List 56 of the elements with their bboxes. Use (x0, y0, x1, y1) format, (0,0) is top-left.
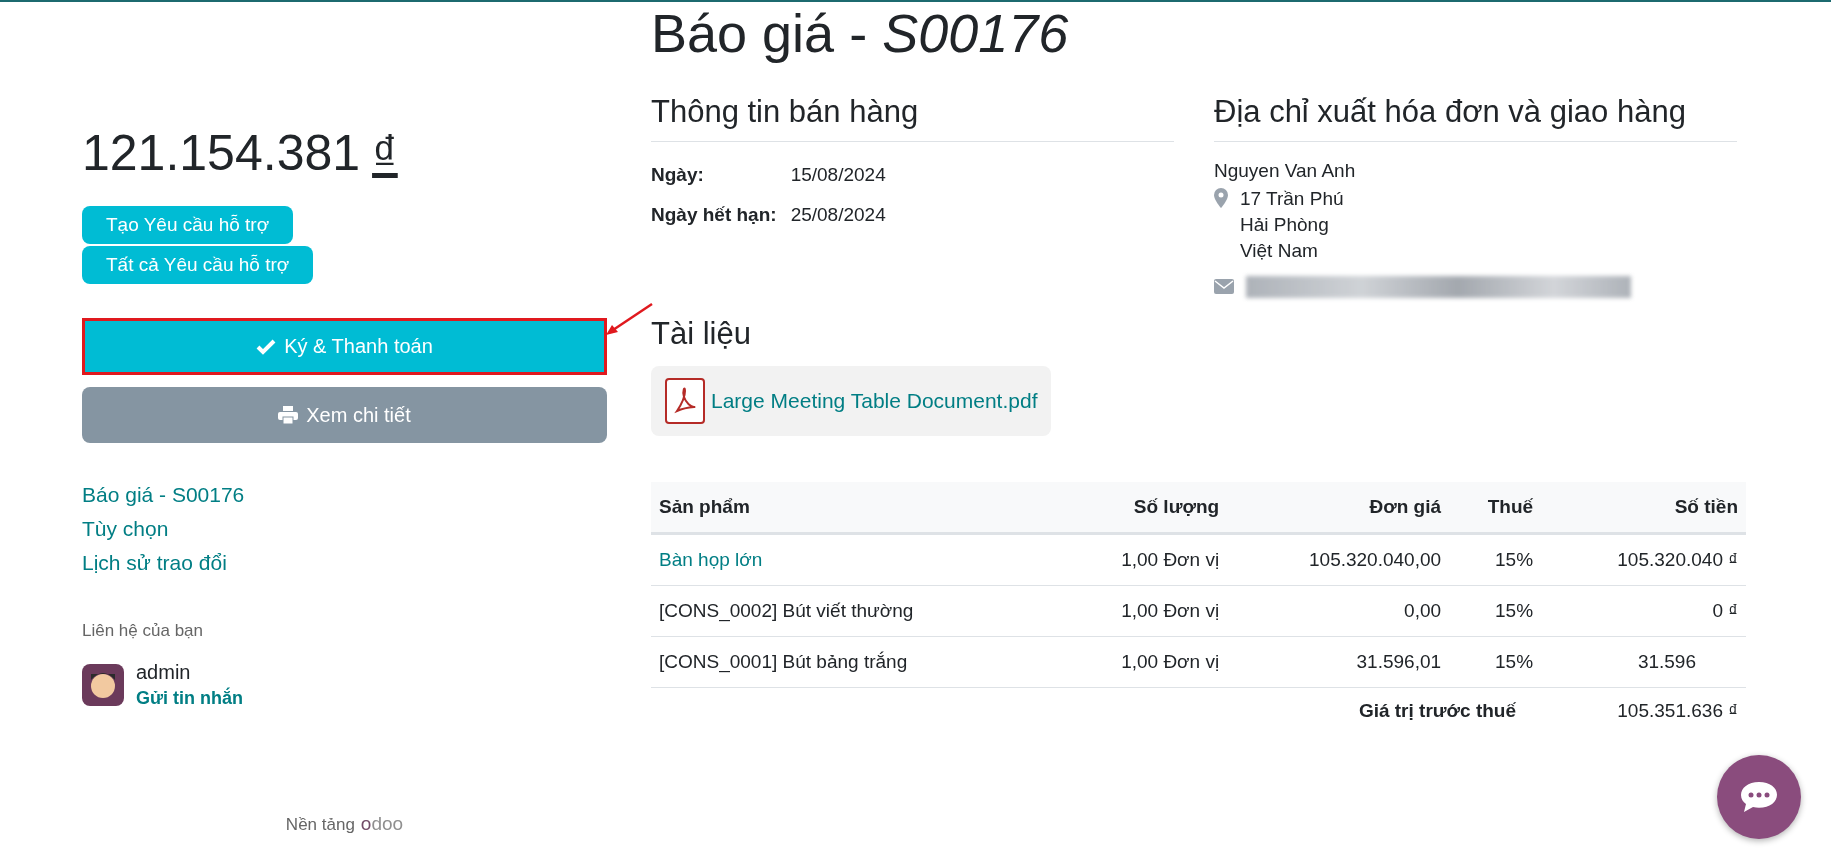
table-cell: 15% (1449, 533, 1542, 586)
table-cell: 105.320.040 ₫ (1541, 533, 1746, 586)
contact-name: admin (136, 661, 192, 684)
chat-icon (1739, 780, 1779, 814)
ticket-button[interactable]: Tất cả Yêu cầu hỗ trợ (82, 246, 314, 284)
sign-pay-button[interactable]: Ký & Thanh toán (82, 318, 607, 375)
address-line: Hải Phòng (1240, 213, 1330, 236)
logo[interactable]: odoo (360, 813, 404, 835)
table-cell: [CONS_0002] Bút viết thường (651, 585, 1057, 637)
table-cell: 105.320.040,00 (1227, 533, 1450, 586)
address-line: Việt Nam (1240, 239, 1319, 262)
send-message-link[interactable]: Gửi tin nhắn (136, 688, 244, 709)
table-cell: 31.596,01 (1227, 636, 1450, 688)
nav-link[interactable]: Báo giá - S00176 (82, 483, 245, 507)
field-label: Ngày hết hạn: (651, 203, 777, 226)
product-link[interactable]: Bàn họp lớn (651, 533, 1057, 586)
table-cell: 15% (1449, 636, 1542, 688)
column-header: Số tiền (1541, 481, 1746, 534)
envelope-icon (1214, 279, 1234, 295)
total-amount: 121.154.381 ₫ (82, 128, 399, 178)
table-cell: 15% (1449, 585, 1542, 637)
page-title: Báo giá - S00176 (651, 4, 1070, 64)
table-cell: 1,00 Đơn vị (1056, 533, 1228, 586)
field-label: Ngày: (651, 163, 705, 186)
section-heading: Địa chỉ xuất hóa đơn và giao hàng (1214, 93, 1737, 142)
column-header: Sản phẩm (651, 481, 1057, 534)
view-details-button[interactable]: Xem chi tiết (82, 387, 607, 443)
column-header: Thuế (1449, 481, 1542, 534)
column-header: Số lượng (1056, 481, 1228, 534)
avatar-icon (82, 664, 124, 706)
printer-icon (278, 406, 299, 424)
total-label: Giá trị trước thuế (1358, 699, 1516, 722)
table-cell: 0,00 (1227, 585, 1450, 637)
check-icon (256, 338, 277, 355)
pdf-icon (665, 377, 705, 424)
address-line: 17 Trần Phú (1240, 187, 1344, 210)
total-value: 105.351.636 ₫ (1616, 699, 1739, 722)
map-pin-icon (1214, 187, 1228, 208)
customer-name: Nguyen Van Anh (1214, 159, 1357, 182)
nav-link[interactable]: Lịch sử trao đổi (82, 551, 227, 575)
table-cell: 1,00 Đơn vị (1056, 636, 1228, 688)
section-heading: Thông tin bán hàng (651, 93, 1174, 142)
ticket-button[interactable]: Tạo Yêu cầu hỗ trợ (82, 206, 294, 244)
table-cell: 31.596 (1541, 636, 1746, 688)
table-cell: 1,00 Đơn vị (1056, 585, 1228, 637)
section-heading: Tài liệu (651, 315, 752, 352)
attachment-link[interactable]: Large Meeting Table Document.pdf (651, 365, 1052, 436)
footer-text: Nền tảng (285, 815, 355, 835)
chat-button[interactable] (1717, 755, 1801, 839)
table-cell: 0 ₫ (1541, 585, 1746, 637)
column-header: Đơn giá (1227, 481, 1450, 534)
nav-link[interactable]: Tùy chọn (82, 517, 169, 541)
table-cell: [CONS_0001] Bút bảng trắng (651, 636, 1057, 688)
field-value: 25/08/2024 (790, 203, 887, 226)
contact-heading: Liên hệ của bạn (82, 621, 204, 641)
field-value: 15/08/2024 (790, 163, 887, 186)
